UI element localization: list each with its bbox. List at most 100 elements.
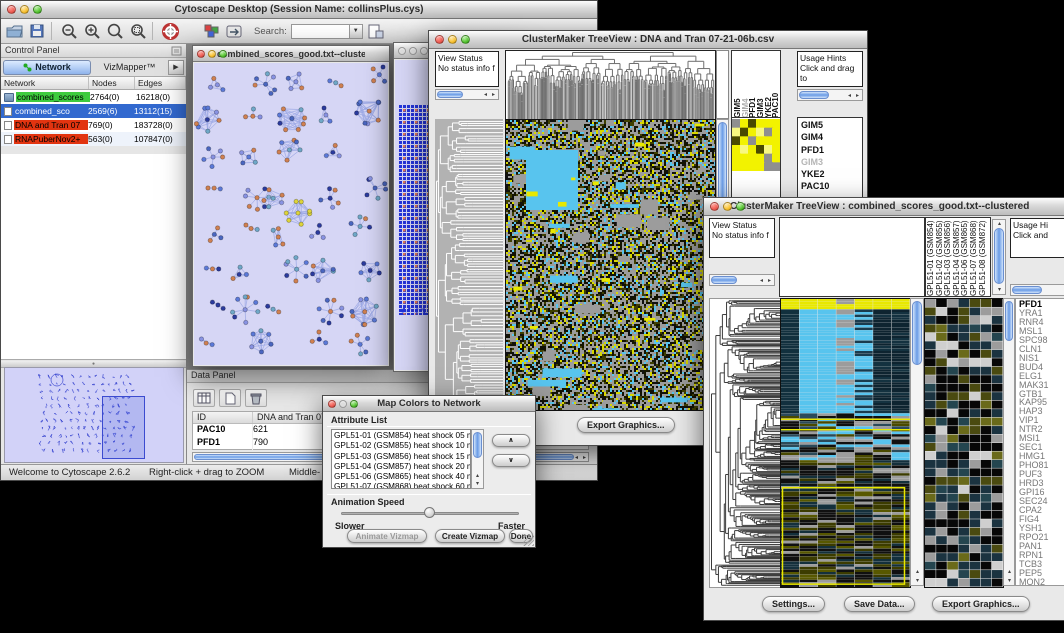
treeview2-button[interactable]: Export Graphics... [932, 596, 1030, 612]
create-vizmap-button[interactable]: Create Vizmap [435, 529, 505, 543]
zoom-button[interactable] [736, 202, 745, 211]
heatmap-canvas[interactable] [505, 119, 716, 411]
col-network[interactable]: Network [1, 77, 89, 89]
zoom-button[interactable] [219, 50, 227, 58]
resize-grip[interactable] [523, 535, 534, 546]
attribute-list-item[interactable]: GPL51-07 (GSM868) heat shock 60 min [334, 482, 468, 489]
attribute-list-vscrollbar[interactable]: ▴ ▾ [471, 429, 484, 489]
zoom-matrix-canvas[interactable] [732, 119, 780, 171]
column-label[interactable]: GPL51-02 (GSM855) [936, 218, 945, 296]
gene-label[interactable]: PFD1 [801, 144, 862, 156]
tab-overflow-arrow[interactable]: ▶ [168, 60, 184, 75]
zoom-button[interactable] [420, 47, 428, 55]
save-session-button[interactable] [27, 22, 47, 41]
usage-hints-scrollbar[interactable]: ◂ ▸ [797, 89, 863, 101]
scroll-up-icon[interactable]: ▴ [913, 568, 922, 576]
close-button[interactable] [398, 47, 406, 55]
network-table-row[interactable]: DNA and Tran 07769(0)183728(0) [1, 118, 186, 132]
network-table-row[interactable]: combined_scores2764(0)16218(0) [1, 90, 186, 104]
attribute-list-item[interactable]: GPL51-03 (GSM856) heat shock 15 min [334, 452, 468, 462]
tab-network[interactable]: Network [3, 60, 91, 75]
zoom-heatmap-canvas[interactable] [924, 298, 1004, 588]
slider-thumb[interactable] [424, 507, 435, 518]
delete-attribute-button[interactable] [245, 389, 267, 407]
treeview1-titlebar[interactable]: ClusterMaker TreeView : DNA and Tran 07-… [429, 31, 867, 49]
row-dendrogram-canvas[interactable] [709, 298, 781, 588]
move-up-button[interactable]: ∧ [492, 434, 530, 447]
gene-label[interactable]: PAC10 [801, 180, 862, 192]
column-label[interactable]: GPL51-07 (GSM868) [970, 218, 979, 296]
search-dropdown-icon[interactable]: ▼ [349, 25, 362, 38]
minimize-button[interactable] [723, 202, 732, 211]
scroll-right-icon[interactable]: ▸ [853, 92, 862, 100]
minimize-button[interactable] [409, 47, 417, 55]
gene-label[interactable]: GIM3 [801, 156, 862, 168]
column-label[interactable]: GPL51-01 (GSM854) [927, 218, 936, 296]
minimize-button[interactable] [339, 400, 347, 408]
tab-vizmapper[interactable]: VizMapper™ [91, 62, 168, 72]
dialog-titlebar[interactable]: Map Colors to Network [323, 396, 535, 412]
scroll-right-icon[interactable]: ▸ [489, 91, 498, 99]
attribute-list-item[interactable]: GPL51-01 (GSM854) heat shock 05 min [334, 431, 468, 441]
close-button[interactable] [7, 5, 16, 14]
column-label[interactable]: GPL51-06 (GSM865) [961, 218, 970, 296]
gene-label[interactable]: MON2 [1019, 578, 1064, 586]
scroll-down-icon[interactable]: ▾ [913, 577, 922, 585]
minimize-button[interactable] [208, 50, 216, 58]
close-button[interactable] [710, 202, 719, 211]
snapshot-button[interactable] [224, 22, 244, 41]
scroll-up-icon[interactable]: ▴ [995, 220, 1004, 228]
column-label[interactable]: GPL51-08 (GSM872) [979, 218, 988, 296]
annotation-button[interactable] [366, 22, 386, 41]
zoom-fit-button[interactable] [105, 22, 125, 41]
zoom-button[interactable] [33, 5, 42, 14]
open-file-button[interactable] [4, 22, 24, 41]
column-label[interactable]: GPL51-03 (GSM856) [944, 218, 953, 296]
help-button[interactable] [160, 22, 180, 41]
close-button[interactable] [328, 400, 336, 408]
zoom-button[interactable] [461, 35, 470, 44]
attribute-list-item[interactable]: GPL51-04 (GSM857) heat shock 20 min [334, 462, 468, 472]
gene-label[interactable]: YKE2 [801, 168, 862, 180]
gene-label[interactable]: GIM4 [801, 131, 862, 143]
treeview2-titlebar[interactable]: ClusterMaker TreeView : combined_scores_… [704, 198, 1064, 216]
column-label[interactable]: GIM5 [734, 51, 742, 118]
network-view-titlebar[interactable]: combined_scores_good.txt--cluste... [193, 46, 389, 62]
zoom-in-button[interactable] [82, 22, 102, 41]
new-attribute-button[interactable] [219, 389, 241, 407]
main-titlebar[interactable]: Cytoscape Desktop (Session Name: collins… [1, 1, 597, 19]
zoom-vscrollbar[interactable]: ▴ ▾ [1003, 298, 1015, 586]
zoom-out-button[interactable] [59, 22, 79, 41]
usage-hints-scrollbar[interactable] [1010, 284, 1064, 296]
close-button[interactable] [197, 50, 205, 58]
column-label[interactable]: PAC10 [772, 51, 780, 118]
col-edges[interactable]: Edges [135, 77, 186, 89]
scroll-up-icon[interactable]: ▴ [1005, 568, 1014, 576]
search-input[interactable]: ▼ [291, 24, 363, 39]
heatmap-vscrollbar[interactable]: ▴ ▾ [910, 298, 924, 586]
treeview2-button[interactable]: Settings... [762, 596, 825, 612]
column-labels-vscrollbar[interactable]: ▴ ▾ [992, 219, 1006, 295]
animate-vizmap-button[interactable]: Animate Vizmap [347, 529, 427, 543]
scroll-down-icon[interactable]: ▾ [995, 286, 1004, 294]
column-label[interactable]: GIM3 [757, 51, 765, 118]
birdseye-overview-canvas[interactable] [4, 367, 184, 463]
scroll-right-icon[interactable]: ▸ [580, 454, 589, 462]
row-dendrogram-canvas[interactable] [435, 119, 503, 409]
heatmap-canvas[interactable] [780, 298, 911, 588]
attribute-select-button[interactable] [193, 389, 215, 407]
attribute-list-item[interactable]: GPL51-06 (GSM865) heat shock 40 min [334, 472, 468, 482]
column-dendrogram-canvas[interactable] [505, 50, 716, 121]
view-status-scrollbar[interactable]: ◂ ▸ [709, 274, 775, 286]
minimize-button[interactable] [20, 5, 29, 14]
treeview1-button[interactable]: Export Graphics... [577, 417, 675, 433]
minimize-button[interactable] [448, 35, 457, 44]
network-table-row[interactable]: combined_sco2569(6)13112(15) [1, 104, 186, 118]
zoom-selected-button[interactable] [128, 22, 148, 41]
column-label[interactable]: PFD1 [749, 51, 757, 118]
view-status-scrollbar[interactable]: ◂ ▸ [435, 89, 499, 100]
scroll-right-icon[interactable]: ▸ [765, 277, 774, 285]
col-nodes[interactable]: Nodes [89, 77, 135, 89]
move-down-button[interactable]: ∨ [492, 454, 530, 467]
gene-label[interactable]: GIM5 [801, 119, 862, 131]
